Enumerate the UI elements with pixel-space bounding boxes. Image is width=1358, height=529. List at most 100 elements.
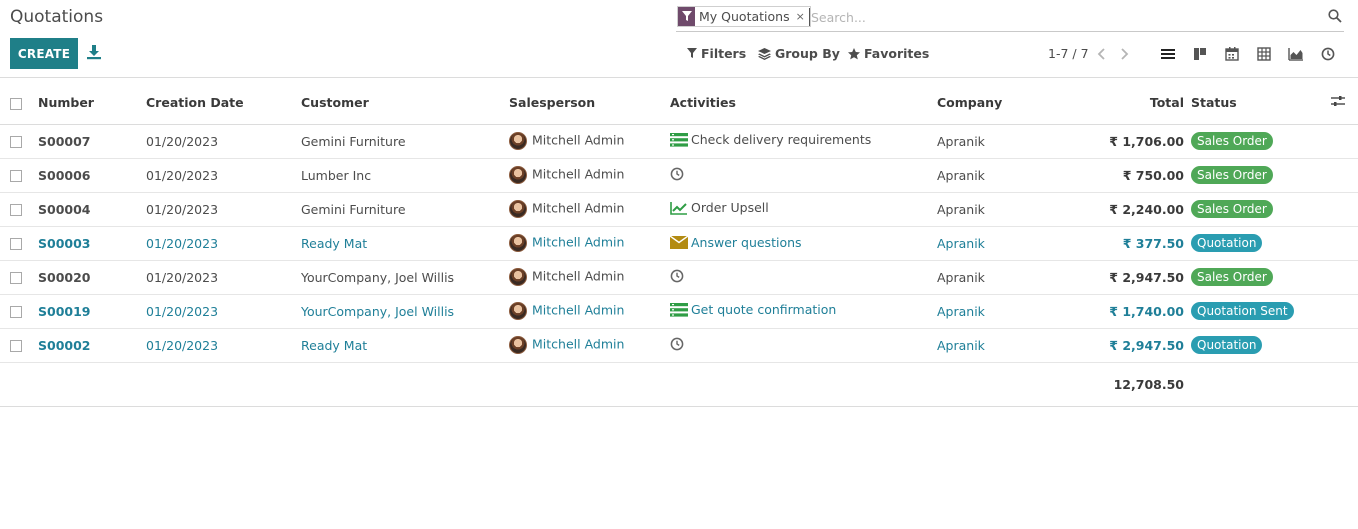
column-status[interactable]: Status <box>1191 82 1331 125</box>
cell-activities[interactable]: Get quote confirmation <box>670 294 937 329</box>
cell-salesperson[interactable]: Mitchell Admin <box>509 294 670 329</box>
activity-view-icon[interactable] <box>1320 46 1336 62</box>
cell-number[interactable]: S00019 <box>38 294 146 329</box>
cell-creation-date[interactable]: 01/20/2023 <box>146 158 301 193</box>
table-row[interactable]: S00004 01/20/2023 Gemini Furniture Mitch… <box>0 192 1358 227</box>
table-row[interactable]: S00020 01/20/2023 YourCompany, Joel Will… <box>0 260 1358 295</box>
clock-icon[interactable] <box>670 269 684 283</box>
list-view-icon[interactable] <box>1160 46 1176 62</box>
cell-customer[interactable]: Ready Mat <box>301 226 509 261</box>
cell-company[interactable]: Apranik <box>937 260 1077 295</box>
cell-company[interactable]: Apranik <box>937 158 1077 193</box>
cell-creation-date[interactable]: 01/20/2023 <box>146 328 301 363</box>
cell-status[interactable]: Sales Order <box>1191 124 1331 159</box>
envelope-icon[interactable] <box>670 235 688 249</box>
cell-salesperson[interactable]: Mitchell Admin <box>509 124 670 159</box>
favorites-button[interactable]: Favorites <box>848 46 929 61</box>
column-total[interactable]: Total <box>1077 82 1191 125</box>
facet-remove-button[interactable]: × <box>794 7 810 26</box>
cell-creation-date[interactable]: 01/20/2023 <box>146 192 301 227</box>
cell-activities[interactable]: Check delivery requirements <box>670 124 937 159</box>
cell-number[interactable]: S00003 <box>38 226 146 261</box>
cell-company[interactable]: Apranik <box>937 328 1077 363</box>
create-button[interactable]: CREATE <box>10 38 78 69</box>
cell-company[interactable]: Apranik <box>937 192 1077 227</box>
row-checkbox[interactable] <box>10 340 22 352</box>
cell-salesperson[interactable]: Mitchell Admin <box>509 328 670 363</box>
cell-number[interactable]: S00004 <box>38 192 146 227</box>
cell-creation-date[interactable]: 01/20/2023 <box>146 294 301 329</box>
cell-number[interactable]: S00020 <box>38 260 146 295</box>
chart-icon[interactable] <box>670 201 688 215</box>
cell-number[interactable]: S00006 <box>38 158 146 193</box>
cell-creation-date[interactable]: 01/20/2023 <box>146 124 301 159</box>
kanban-view-icon[interactable] <box>1192 46 1208 62</box>
list-icon[interactable] <box>670 132 688 147</box>
optional-columns-icon[interactable] <box>1331 95 1345 107</box>
pivot-view-icon[interactable] <box>1256 46 1272 62</box>
download-icon[interactable] <box>86 44 102 60</box>
row-checkbox[interactable] <box>10 136 22 148</box>
table-row[interactable]: S00002 01/20/2023 Ready Mat Mitchell Adm… <box>0 328 1358 363</box>
cell-status[interactable]: Sales Order <box>1191 158 1331 193</box>
cell-salesperson[interactable]: Mitchell Admin <box>509 260 670 295</box>
column-customer[interactable]: Customer <box>301 82 509 125</box>
table-row[interactable]: S00006 01/20/2023 Lumber Inc Mitchell Ad… <box>0 158 1358 193</box>
search-icon[interactable] <box>1328 9 1342 23</box>
cell-activities[interactable] <box>670 158 937 193</box>
cell-salesperson[interactable]: Mitchell Admin <box>509 226 670 261</box>
search-input[interactable] <box>809 8 1289 26</box>
cell-customer[interactable]: Lumber Inc <box>301 158 509 193</box>
cell-activities[interactable] <box>670 260 937 295</box>
row-checkbox[interactable] <box>10 204 22 216</box>
calendar-view-icon[interactable] <box>1224 46 1240 62</box>
cell-activities[interactable] <box>670 328 937 363</box>
cell-company[interactable]: Apranik <box>937 294 1077 329</box>
row-checkbox[interactable] <box>10 272 22 284</box>
cell-status[interactable]: Quotation Sent <box>1191 294 1331 329</box>
cell-company[interactable]: Apranik <box>937 226 1077 261</box>
cell-status[interactable]: Quotation <box>1191 226 1331 261</box>
table-row[interactable]: S00007 01/20/2023 Gemini Furniture Mitch… <box>0 124 1358 159</box>
cell-customer[interactable]: Gemini Furniture <box>301 124 509 159</box>
cell-customer[interactable]: Gemini Furniture <box>301 192 509 227</box>
graph-view-icon[interactable] <box>1288 46 1304 62</box>
cell-number[interactable]: S00002 <box>38 328 146 363</box>
cell-status[interactable]: Sales Order <box>1191 192 1331 227</box>
cell-creation-date[interactable]: 01/20/2023 <box>146 260 301 295</box>
pager-value[interactable]: 1-7 / 7 <box>1048 46 1089 61</box>
cell-salesperson[interactable]: Mitchell Admin <box>509 192 670 227</box>
row-checkbox[interactable] <box>10 306 22 318</box>
cell-total[interactable]: ₹ 1,706.00 <box>1077 124 1191 159</box>
column-creation-date[interactable]: Creation Date <box>146 82 301 125</box>
cell-company[interactable]: Apranik <box>937 124 1077 159</box>
cell-number[interactable]: S00007 <box>38 124 146 159</box>
chevron-left-icon[interactable] <box>1096 46 1108 62</box>
cell-activities[interactable]: Answer questions <box>670 226 937 261</box>
cell-activities[interactable]: Order Upsell <box>670 192 937 227</box>
chevron-right-icon[interactable] <box>1118 46 1130 62</box>
table-row[interactable]: S00019 01/20/2023 YourCompany, Joel Will… <box>0 294 1358 329</box>
cell-total[interactable]: ₹ 2,947.50 <box>1077 260 1191 295</box>
cell-status[interactable]: Quotation <box>1191 328 1331 363</box>
cell-total[interactable]: ₹ 750.00 <box>1077 158 1191 193</box>
cell-salesperson[interactable]: Mitchell Admin <box>509 158 670 193</box>
cell-customer[interactable]: Ready Mat <box>301 328 509 363</box>
select-all-checkbox[interactable] <box>10 97 22 110</box>
cell-total[interactable]: ₹ 377.50 <box>1077 226 1191 261</box>
clock-icon[interactable] <box>670 167 684 181</box>
table-row[interactable]: S00003 01/20/2023 Ready Mat Mitchell Adm… <box>0 226 1358 261</box>
filters-button[interactable]: Filters <box>687 46 746 61</box>
cell-total[interactable]: ₹ 2,947.50 <box>1077 328 1191 363</box>
column-salesperson[interactable]: Salesperson <box>509 82 670 125</box>
column-activities[interactable]: Activities <box>670 82 937 125</box>
cell-total[interactable]: ₹ 1,740.00 <box>1077 294 1191 329</box>
cell-customer[interactable]: YourCompany, Joel Willis <box>301 294 509 329</box>
cell-customer[interactable]: YourCompany, Joel Willis <box>301 260 509 295</box>
cell-status[interactable]: Sales Order <box>1191 260 1331 295</box>
column-number[interactable]: Number <box>38 82 146 125</box>
group-by-button[interactable]: Group By <box>758 46 840 61</box>
cell-total[interactable]: ₹ 2,240.00 <box>1077 192 1191 227</box>
cell-creation-date[interactable]: 01/20/2023 <box>146 226 301 261</box>
row-checkbox[interactable] <box>10 170 22 182</box>
